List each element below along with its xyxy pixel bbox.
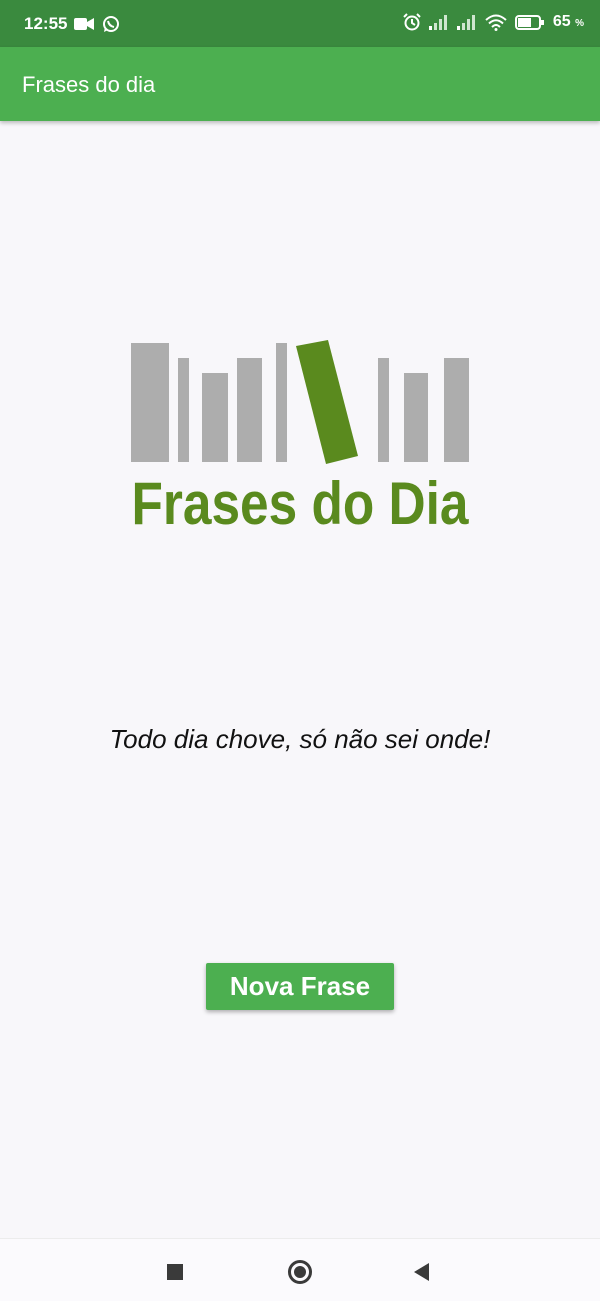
logo-text: Frases do Dia bbox=[132, 470, 470, 533]
back-icon[interactable] bbox=[414, 1263, 429, 1281]
new-phrase-button[interactable]: Nova Frase bbox=[206, 963, 394, 1010]
app-bar: Frases do dia bbox=[0, 47, 600, 121]
frases-do-dia-logo: Frases do Dia bbox=[131, 340, 470, 533]
navigation-bar bbox=[0, 1238, 600, 1301]
logo-tilted-book bbox=[296, 340, 358, 464]
wifi-icon bbox=[485, 14, 507, 31]
status-right-icons: 65 % bbox=[403, 13, 584, 31]
battery-percent: 65 % bbox=[552, 13, 584, 30]
status-bar: 12:55 65 % bbox=[0, 0, 600, 47]
home-icon[interactable] bbox=[288, 1260, 312, 1284]
signal-icon bbox=[456, 15, 475, 30]
signal-icon bbox=[428, 15, 447, 30]
status-time: 12:55 bbox=[24, 14, 68, 33]
whatsapp-icon bbox=[103, 16, 119, 32]
daily-phrase: Todo dia chove, só não sei onde! bbox=[109, 724, 491, 754]
recents-icon[interactable] bbox=[167, 1264, 183, 1280]
alarm-icon bbox=[403, 13, 421, 31]
app-title: Frases do dia bbox=[22, 72, 156, 97]
battery-icon bbox=[514, 14, 544, 30]
battery-unit: % bbox=[575, 18, 584, 29]
video-camera-icon bbox=[74, 18, 94, 30]
status-left-icons bbox=[74, 15, 120, 33]
